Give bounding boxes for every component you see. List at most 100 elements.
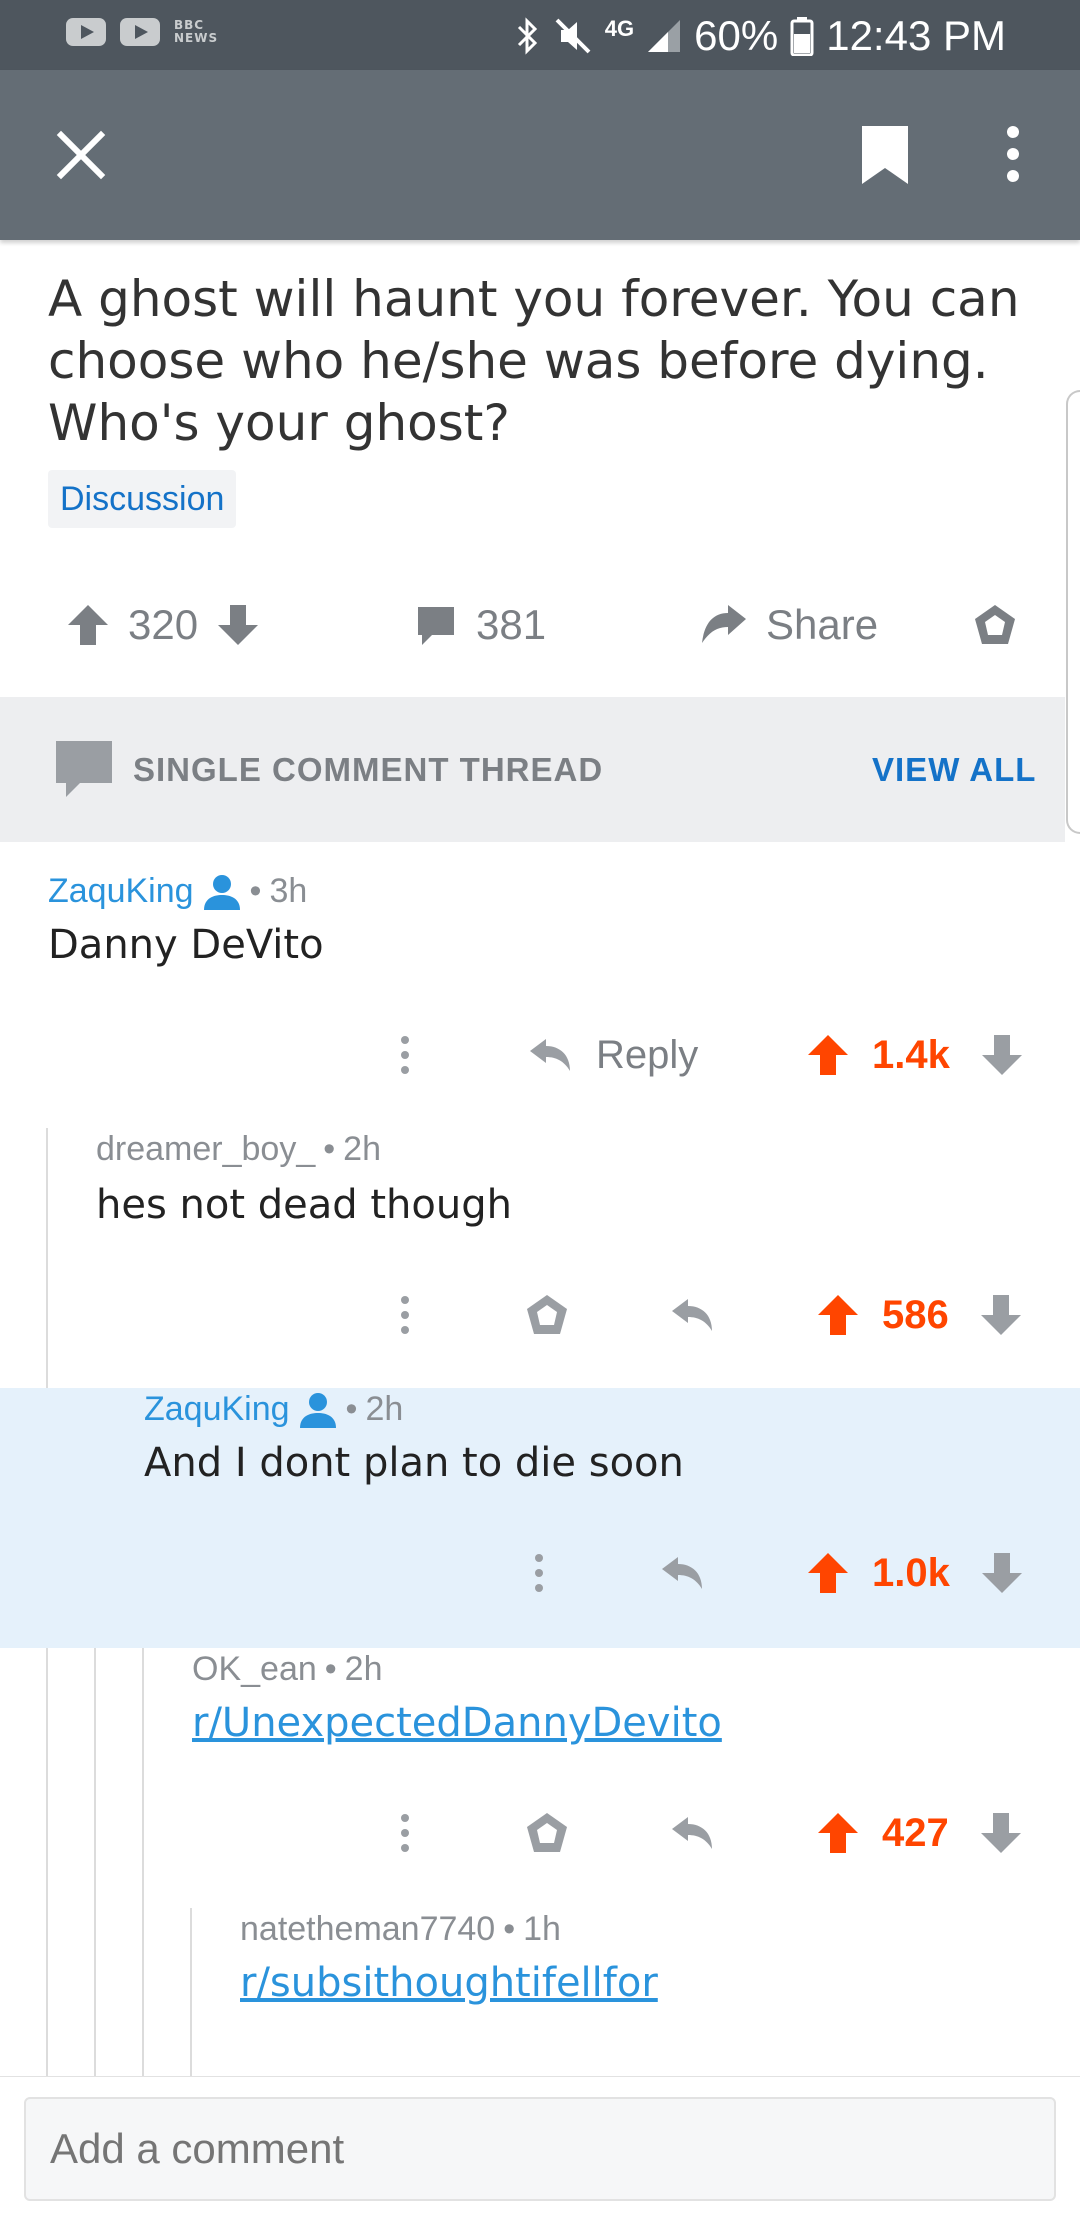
post-flair[interactable]: Discussion [48, 470, 237, 528]
more-vertical-icon [535, 1554, 543, 1592]
comment-meta: ZaquKing • 2h [144, 1390, 404, 1429]
upvote-icon[interactable] [806, 1033, 850, 1077]
reply-button[interactable] [660, 1538, 704, 1608]
comment-actions: Reply 1.4k [0, 1020, 1080, 1090]
youtube-notification-icon [120, 18, 160, 46]
more-vertical-icon [401, 1814, 409, 1852]
view-all-button[interactable]: VIEW ALL [872, 751, 1036, 789]
bluetooth-icon [517, 17, 537, 55]
upvote-icon[interactable] [806, 1551, 850, 1595]
close-icon[interactable] [56, 130, 106, 180]
battery-icon [790, 17, 814, 56]
thread-bar-label: SINGLE COMMENT THREAD [133, 751, 604, 788]
downvote-icon[interactable] [979, 1293, 1023, 1337]
clock: 12:43 PM [826, 12, 1006, 59]
reply-icon [672, 1817, 712, 1849]
more-vertical-icon [401, 1296, 409, 1334]
reply-button[interactable]: Reply [528, 1020, 698, 1090]
add-comment-input[interactable] [24, 2097, 1056, 2201]
comment-more-button[interactable] [398, 1020, 412, 1090]
upvote-icon[interactable] [816, 1293, 860, 1337]
comment-score: 1.4k [872, 1032, 950, 1077]
comment-age: 1h [523, 1910, 561, 1948]
signal-icon [648, 20, 681, 52]
comment-meta: ZaquKing • 3h [48, 872, 308, 911]
comment-author[interactable]: OK_ean [192, 1650, 317, 1689]
comment-author[interactable]: natetheman7740 [240, 1910, 495, 1949]
comment-score: 427 [882, 1810, 949, 1855]
comment-body: Danny DeVito [48, 922, 324, 968]
youtube-notification-icon [66, 18, 106, 46]
comment-highlighted: ZaquKing • 2h And I dont plan to die soo… [0, 1388, 1080, 1648]
award-icon [975, 605, 1015, 644]
network-type: 4G [604, 16, 635, 41]
op-user-icon [203, 874, 240, 910]
reply-button[interactable] [670, 1798, 714, 1868]
comment-more-button[interactable] [398, 1798, 412, 1868]
more-vertical-icon [401, 1036, 409, 1074]
downvote-icon[interactable] [980, 1551, 1024, 1595]
upvote-icon[interactable] [66, 603, 110, 647]
op-user-icon [299, 1392, 336, 1428]
reply-label: Reply [596, 1032, 699, 1077]
comment-actions: 586 [0, 1280, 1080, 1350]
comment-more-button[interactable] [532, 1538, 546, 1608]
comment-author[interactable]: ZaquKing [48, 872, 194, 911]
downvote-icon[interactable] [216, 603, 260, 647]
share-icon [702, 605, 746, 643]
comment-meta: natetheman7740 • 1h [240, 1910, 561, 1949]
single-thread-bar: SINGLE COMMENT THREAD VIEW ALL [0, 697, 1065, 842]
comment-composer-bar [0, 2076, 1080, 2220]
mute-icon [555, 18, 591, 54]
bookmark-icon[interactable] [860, 124, 910, 186]
award-button[interactable] [524, 1280, 570, 1350]
comment-body: hes not dead though [96, 1182, 512, 1228]
comment-vote-group: 586 [816, 1280, 1023, 1350]
bbc-news-icon: BBC NEWS [174, 18, 219, 45]
comment-author[interactable]: dreamer_boy_ [96, 1130, 315, 1169]
post-comments-button[interactable]: 381 [414, 580, 546, 670]
post-title: A ghost will haunt you forever. You can … [48, 270, 1020, 452]
status-bar: BBC NEWS 4G 60% 12:43 PM [0, 0, 1080, 70]
subreddit-link[interactable]: r/subsithoughtifellfor [240, 1960, 658, 2006]
comment-meta: dreamer_boy_ • 2h [96, 1130, 381, 1169]
downvote-icon[interactable] [979, 1811, 1023, 1855]
battery-percent: 60% [694, 12, 779, 59]
comment-age: 3h [269, 872, 308, 910]
award-button[interactable] [524, 1798, 570, 1868]
post-action-bar: 320 381 Share [0, 580, 1080, 670]
comment-age: 2h [365, 1390, 404, 1428]
comment-icon [418, 607, 454, 645]
comment-vote-group: 427 [816, 1798, 1023, 1868]
comment-actions: 1.0k [0, 1538, 1080, 1608]
reply-button[interactable] [670, 1280, 714, 1350]
comment-author[interactable]: ZaquKing [144, 1390, 290, 1429]
subreddit-link[interactable]: r/UnexpectedDannyDevito [192, 1700, 722, 1746]
post-vote-group: 320 [66, 580, 260, 670]
share-button[interactable]: Share [700, 580, 878, 670]
app-bar [0, 70, 1080, 240]
comment-count: 381 [476, 601, 547, 648]
reply-icon [662, 1557, 702, 1589]
comment-body: And I dont plan to die soon [144, 1440, 684, 1486]
comment-more-button[interactable] [398, 1280, 412, 1350]
scroll-handle[interactable] [1066, 390, 1080, 834]
comment: natetheman7740 • 1h r/subsithoughtifellf… [0, 1908, 1080, 2076]
comment-score: 1.0k [872, 1550, 950, 1595]
post-score: 320 [128, 601, 199, 648]
more-vertical-icon[interactable] [1000, 126, 1026, 182]
comment-age: 2h [343, 1130, 381, 1168]
comment-age: 2h [344, 1650, 383, 1688]
downvote-icon[interactable] [980, 1033, 1024, 1077]
comment: OK_ean • 2h r/UnexpectedDannyDevito 427 [0, 1648, 1080, 1908]
comment: ZaquKing • 3h Danny DeVito Reply 1.4k [0, 842, 1080, 1112]
share-label: Share [766, 601, 879, 648]
comment-meta: OK_ean • 2h [192, 1650, 383, 1689]
comment-vote-group: 1.0k [806, 1538, 1024, 1608]
award-button[interactable] [972, 580, 1018, 670]
upvote-icon[interactable] [816, 1811, 860, 1855]
comment: dreamer_boy_ • 2h hes not dead though 58… [0, 1112, 1080, 1388]
comment-vote-group: 1.4k [806, 1020, 1024, 1090]
reply-icon [672, 1299, 712, 1331]
award-icon [527, 1295, 567, 1334]
